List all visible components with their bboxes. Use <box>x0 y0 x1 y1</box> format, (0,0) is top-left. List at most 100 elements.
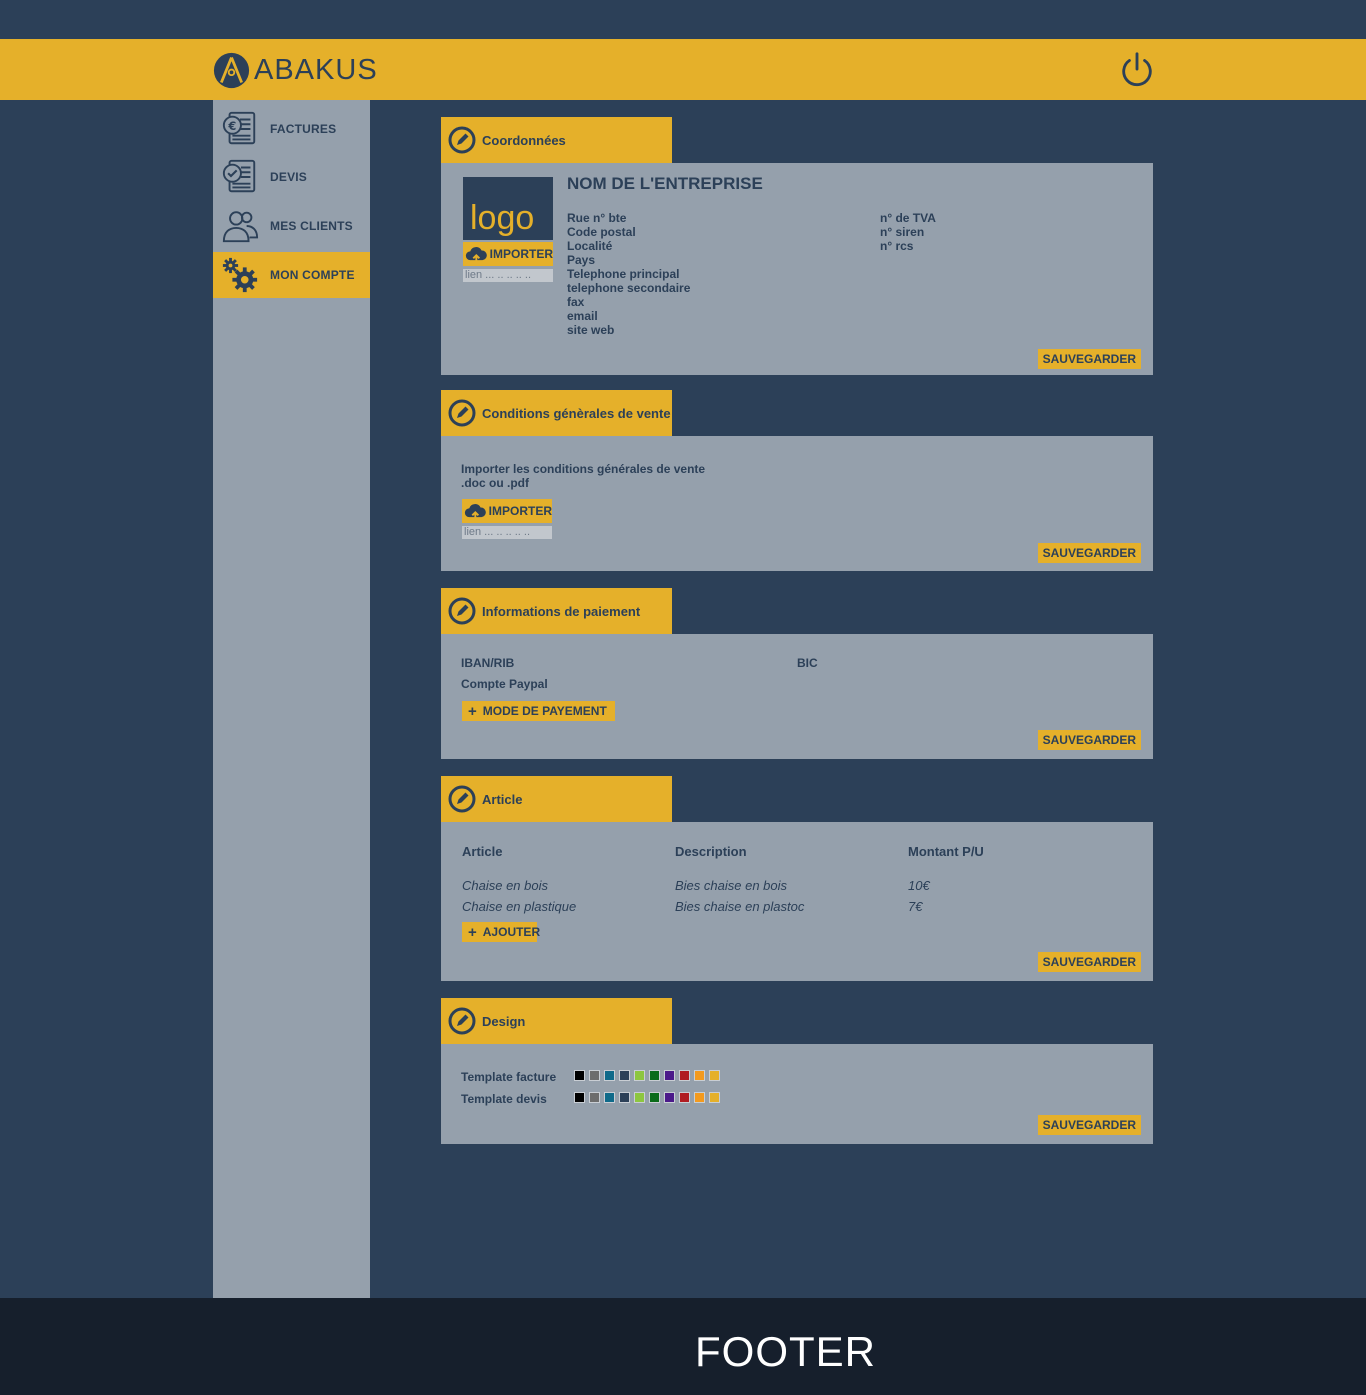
sidebar-item-factures[interactable]: € FACTURES <box>213 106 370 152</box>
template-facture-label: Template facture <box>461 1070 557 1084</box>
color-swatch[interactable] <box>604 1070 615 1081</box>
app-name: ABAKUS <box>254 53 378 86</box>
sidebar-item-label: FACTURES <box>270 122 337 136</box>
sidebar-item-label: MON COMPTE <box>270 268 355 282</box>
color-swatch[interactable] <box>649 1092 660 1103</box>
color-swatch[interactable] <box>589 1092 600 1103</box>
color-swatch[interactable] <box>664 1092 675 1103</box>
coordonnees-header: Coordonnées <box>441 117 672 163</box>
iban-field[interactable]: IBAN/RIB <box>461 656 514 670</box>
field-telephone-secondaire[interactable]: telephone secondaire <box>567 281 690 295</box>
section-title: Conditions génèrales de vente <box>482 405 671 421</box>
save-button[interactable]: SAUVEGARDER <box>1037 543 1141 563</box>
section-title: Design <box>482 1013 526 1029</box>
price-cell[interactable]: 10€ <box>908 878 930 893</box>
description-cell[interactable]: Bies chaise en plastoc <box>675 899 804 914</box>
color-swatch[interactable] <box>664 1070 675 1081</box>
field-siren[interactable]: n° siren <box>880 225 936 239</box>
field-rue[interactable]: Rue n° bte <box>567 211 690 225</box>
color-swatch[interactable] <box>634 1092 645 1103</box>
article-header: Article <box>441 776 672 822</box>
cgv-description: Importer les conditions générales de ven… <box>461 462 706 476</box>
field-localite[interactable]: Localité <box>567 239 690 253</box>
field-rcs[interactable]: n° rcs <box>880 239 936 253</box>
abakus-logo-icon <box>213 52 250 88</box>
field-fax[interactable]: fax <box>567 295 690 309</box>
users-icon <box>222 211 259 243</box>
sidebar-item-devis[interactable]: DEVIS <box>213 154 370 200</box>
article-cell[interactable]: Chaise en plastique <box>462 899 576 914</box>
edit-icon[interactable] <box>448 785 476 813</box>
sidebar-item-label: DEVIS <box>270 170 308 184</box>
color-swatch[interactable] <box>574 1070 585 1081</box>
field-site-web[interactable]: site web <box>567 323 690 337</box>
cgv-card: Importer les conditions générales de ven… <box>441 436 1153 571</box>
logo-placeholder: logo <box>463 177 553 240</box>
add-payment-mode-button[interactable]: + MODE DE PAYEMENT <box>462 701 615 721</box>
color-swatch[interactable] <box>679 1070 690 1081</box>
logo-placeholder-text: logo <box>470 199 535 237</box>
color-swatch[interactable] <box>619 1070 630 1081</box>
color-swatch[interactable] <box>619 1092 630 1103</box>
import-logo-button[interactable]: IMPORTER <box>463 242 553 266</box>
logo-link-field[interactable]: lien ... .. .. .. .. <box>463 269 553 282</box>
sidebar: € FACTURES DEVIS MES CLIENTS MON COMPTE <box>213 100 370 1298</box>
import-cgv-button[interactable]: IMPORTER <box>462 499 552 523</box>
paiement-card: IBAN/RIB BIC Compte Paypal + MODE DE PAY… <box>441 634 1153 759</box>
save-button[interactable]: SAUVEGARDER <box>1037 1115 1141 1135</box>
template-devis-palette <box>574 1092 724 1103</box>
save-button[interactable]: SAUVEGARDER <box>1037 952 1141 972</box>
color-swatch[interactable] <box>604 1092 615 1103</box>
cgv-link-field[interactable]: lien ... .. .. .. .. <box>462 526 552 539</box>
description-cell[interactable]: Bies chaise en bois <box>675 878 787 893</box>
invoice-euro-icon: € <box>222 111 256 145</box>
edit-icon[interactable] <box>448 126 476 154</box>
cloud-upload-icon <box>465 247 487 263</box>
sidebar-item-mes-clients[interactable]: MES CLIENTS <box>213 203 370 249</box>
quote-check-icon <box>222 159 256 193</box>
plus-icon: + <box>468 923 477 941</box>
column-header-article: Article <box>462 844 503 859</box>
color-swatch[interactable] <box>709 1092 720 1103</box>
save-button[interactable]: SAUVEGARDER <box>1037 730 1141 750</box>
footer: FOOTER <box>0 1298 1366 1395</box>
color-swatch[interactable] <box>589 1070 600 1081</box>
save-button[interactable]: SAUVEGARDER <box>1037 349 1141 369</box>
edit-icon[interactable] <box>448 597 476 625</box>
template-devis-label: Template devis <box>461 1092 547 1106</box>
coordonnees-card: logo IMPORTER lien ... .. .. .. .. NOM D… <box>441 163 1153 375</box>
add-article-button[interactable]: + AJOUTER <box>462 922 540 942</box>
field-email[interactable]: email <box>567 309 690 323</box>
cgv-header: Conditions génèrales de vente <box>441 390 672 436</box>
color-swatch[interactable] <box>694 1092 705 1103</box>
color-swatch[interactable] <box>649 1070 660 1081</box>
company-name[interactable]: NOM DE L'ENTREPRISE <box>567 174 763 194</box>
design-card: Template facture Template devis SAUVEGAR… <box>441 1044 1153 1144</box>
bic-field[interactable]: BIC <box>797 656 818 670</box>
app-logo[interactable]: ABAKUS <box>213 50 378 90</box>
template-facture-palette <box>574 1070 724 1081</box>
column-header-description: Description <box>675 844 747 859</box>
paiement-header: Informations de paiement <box>441 588 672 634</box>
article-cell[interactable]: Chaise en bois <box>462 878 548 893</box>
field-telephone-principal[interactable]: Telephone principal <box>567 267 690 281</box>
field-code-postal[interactable]: Code postal <box>567 225 690 239</box>
paypal-field[interactable]: Compte Paypal <box>461 677 548 691</box>
color-swatch[interactable] <box>694 1070 705 1081</box>
legal-fields: n° de TVA n° siren n° rcs <box>880 211 936 253</box>
price-cell[interactable]: 7€ <box>908 899 922 914</box>
top-bar: ABAKUS <box>0 39 1366 100</box>
field-pays[interactable]: Pays <box>567 253 690 267</box>
power-icon[interactable] <box>1118 51 1156 89</box>
color-swatch[interactable] <box>574 1092 585 1103</box>
color-swatch[interactable] <box>709 1070 720 1081</box>
color-swatch[interactable] <box>679 1092 690 1103</box>
cloud-upload-icon <box>464 504 486 520</box>
section-title: Informations de paiement <box>482 603 641 619</box>
sidebar-item-mon-compte[interactable]: MON COMPTE <box>213 252 370 298</box>
edit-icon[interactable] <box>448 1007 476 1035</box>
color-swatch[interactable] <box>634 1070 645 1081</box>
address-fields: Rue n° bte Code postal Localité Pays Tel… <box>567 211 690 337</box>
edit-icon[interactable] <box>448 399 476 427</box>
field-tva[interactable]: n° de TVA <box>880 211 936 225</box>
